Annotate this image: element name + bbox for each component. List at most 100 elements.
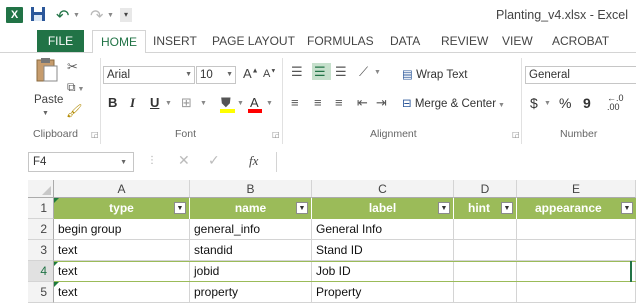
row-header[interactable]: 1 [28,198,54,219]
number-format-select[interactable]: General [525,66,636,84]
save-icon[interactable] [30,6,46,22]
redo-icon[interactable]: ↷ [90,6,103,26]
excel-logo-icon: X [6,7,23,23]
increase-decimal-button[interactable]: ←.0 .00 [607,94,624,112]
paste-icon[interactable] [36,57,58,83]
table-cell[interactable]: general_info [190,219,312,240]
column-header-d[interactable]: D [454,180,517,198]
table-cell[interactable]: begin group [54,219,190,240]
increase-indent-icon[interactable]: ⇥ [376,95,387,111]
align-bottom-icon[interactable]: ☰ [335,64,347,80]
tab-review[interactable]: REVIEW [441,30,488,52]
undo-dropdown-icon[interactable]: ▼ [73,12,80,19]
increase-font-size-button[interactable]: A▲ [243,66,259,81]
font-size-select[interactable]: 10 ▼ [196,66,236,84]
table-cell[interactable] [454,240,517,261]
paste-dropdown-icon[interactable]: ▼ [42,110,49,117]
font-launcher-icon[interactable]: ◲ [272,130,280,139]
redo-dropdown-icon[interactable]: ▼ [107,12,114,19]
select-all-corner[interactable] [28,180,54,198]
table-cell[interactable]: jobid [190,261,312,282]
table-cell[interactable]: General Info [312,219,454,240]
column-header-c[interactable]: C [312,180,454,198]
tab-insert[interactable]: INSERT [153,30,197,52]
table-header-cell[interactable]: appearance ▼ [517,198,636,219]
row-header-selected[interactable]: 4 [28,261,54,282]
tab-formulas[interactable]: FORMULAS [307,30,374,52]
column-header-b[interactable]: B [190,180,312,198]
cut-icon[interactable]: ✂ [67,59,78,75]
fill-color-dropdown-icon[interactable]: ▼ [237,100,244,107]
align-left-icon[interactable]: ≡ [291,95,299,110]
borders-icon[interactable]: ⊞ [181,95,192,111]
align-right-icon[interactable]: ≡ [335,95,343,110]
table-cell[interactable]: text [54,261,190,282]
column-header-e[interactable]: E [517,180,636,198]
italic-button[interactable]: I [130,95,135,111]
tab-acrobat[interactable]: ACROBAT [552,30,609,52]
borders-dropdown-icon[interactable]: ▼ [200,100,207,107]
number-group-label: Number [560,128,598,140]
copy-icon[interactable]: ⧉ ▼ [67,80,84,95]
insert-function-button[interactable]: fx [249,153,258,169]
table-cell[interactable] [454,261,517,282]
font-color-button[interactable]: A [250,95,259,110]
percent-button[interactable]: % [559,95,571,111]
wrap-text-button[interactable]: ▤ Wrap Text [402,67,467,81]
filter-dropdown-icon[interactable]: ▼ [174,202,186,214]
tab-file[interactable]: FILE [37,30,84,52]
align-middle-icon[interactable]: ☰ [314,64,326,80]
tab-data[interactable]: DATA [390,30,420,52]
decrease-indent-icon[interactable]: ⇤ [357,95,368,111]
tab-view[interactable]: VIEW [502,30,533,52]
table-cell[interactable] [517,240,636,261]
comma-style-button[interactable]: 9 [583,95,591,111]
currency-dropdown-icon[interactable]: ▼ [544,100,551,107]
filter-dropdown-icon[interactable]: ▼ [621,202,633,214]
table-cell[interactable] [517,219,636,240]
grow-font-icon: A [243,66,252,81]
table-cell[interactable]: Stand ID [312,240,454,261]
tab-page-layout[interactable]: PAGE LAYOUT [212,30,295,52]
name-box[interactable]: F4 ▼ [28,152,134,172]
table-header-cell[interactable]: name ▼ [190,198,312,219]
table-header-cell[interactable]: type ▼ [54,198,190,219]
filter-dropdown-icon[interactable]: ▼ [438,202,450,214]
orientation-dropdown-icon[interactable]: ▼ [374,69,381,76]
table-cell[interactable]: text [54,240,190,261]
underline-button[interactable]: U [150,95,159,110]
clipboard-launcher-icon[interactable]: ◲ [91,130,99,139]
enter-icon[interactable]: ✓ [208,152,220,169]
cancel-icon[interactable]: ✕ [178,152,190,169]
font-name-select[interactable]: Arial ▼ [103,66,195,84]
table-cell[interactable] [517,261,636,282]
decrease-font-size-button[interactable]: A▼ [263,68,276,80]
formula-input[interactable] [276,152,636,172]
tab-home[interactable]: HOME [92,30,146,53]
paste-button-label[interactable]: Paste [34,94,63,106]
orientation-icon[interactable]: ⟋ [359,64,368,80]
table-cell[interactable] [454,219,517,240]
align-center-icon[interactable]: ≡ [314,95,322,110]
merge-center-button[interactable]: ⊟ Merge & Center ▼ [402,96,505,110]
undo-icon[interactable]: ↶ [56,6,69,26]
table-cell[interactable]: Job ID [312,261,454,282]
table-cell[interactable]: standid [190,240,312,261]
wrap-text-icon: ▤ [402,69,417,81]
customize-qat-icon[interactable]: ▾ [120,8,132,22]
underline-dropdown-icon[interactable]: ▼ [165,100,172,107]
row-header[interactable]: 2 [28,219,54,240]
currency-button[interactable]: $ [530,95,538,111]
align-top-icon[interactable]: ☰ [291,64,303,80]
table-header-cell[interactable]: label ▼ [312,198,454,219]
filter-dropdown-icon[interactable]: ▼ [296,202,308,214]
filter-dropdown-icon[interactable]: ▼ [501,202,513,214]
alignment-launcher-icon[interactable]: ◲ [512,130,520,139]
font-color-dropdown-icon[interactable]: ▼ [266,100,273,107]
column-header-a[interactable]: A [54,180,190,198]
header-type-label: type [109,201,134,215]
bold-button[interactable]: B [108,95,117,110]
format-painter-icon[interactable]: 🖌 [66,103,83,119]
row-header[interactable]: 3 [28,240,54,261]
table-header-cell[interactable]: hint ▼ [454,198,517,219]
